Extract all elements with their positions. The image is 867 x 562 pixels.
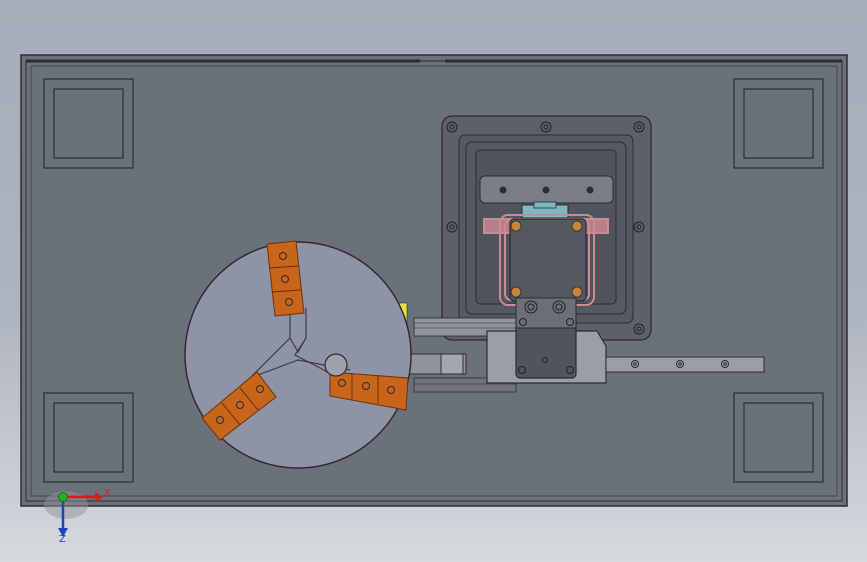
cad-viewport[interactable]: X Z	[0, 0, 867, 562]
y-axis-dot-icon	[58, 492, 68, 502]
coordinate-triad: X Z	[44, 488, 111, 545]
base-plate[interactable]	[20, 54, 848, 507]
three-jaw-chuck[interactable]	[184, 240, 412, 469]
z-axis-label: Z	[59, 534, 66, 545]
linear-rail[interactable]	[605, 356, 765, 373]
x-axis-label: X	[104, 488, 111, 499]
